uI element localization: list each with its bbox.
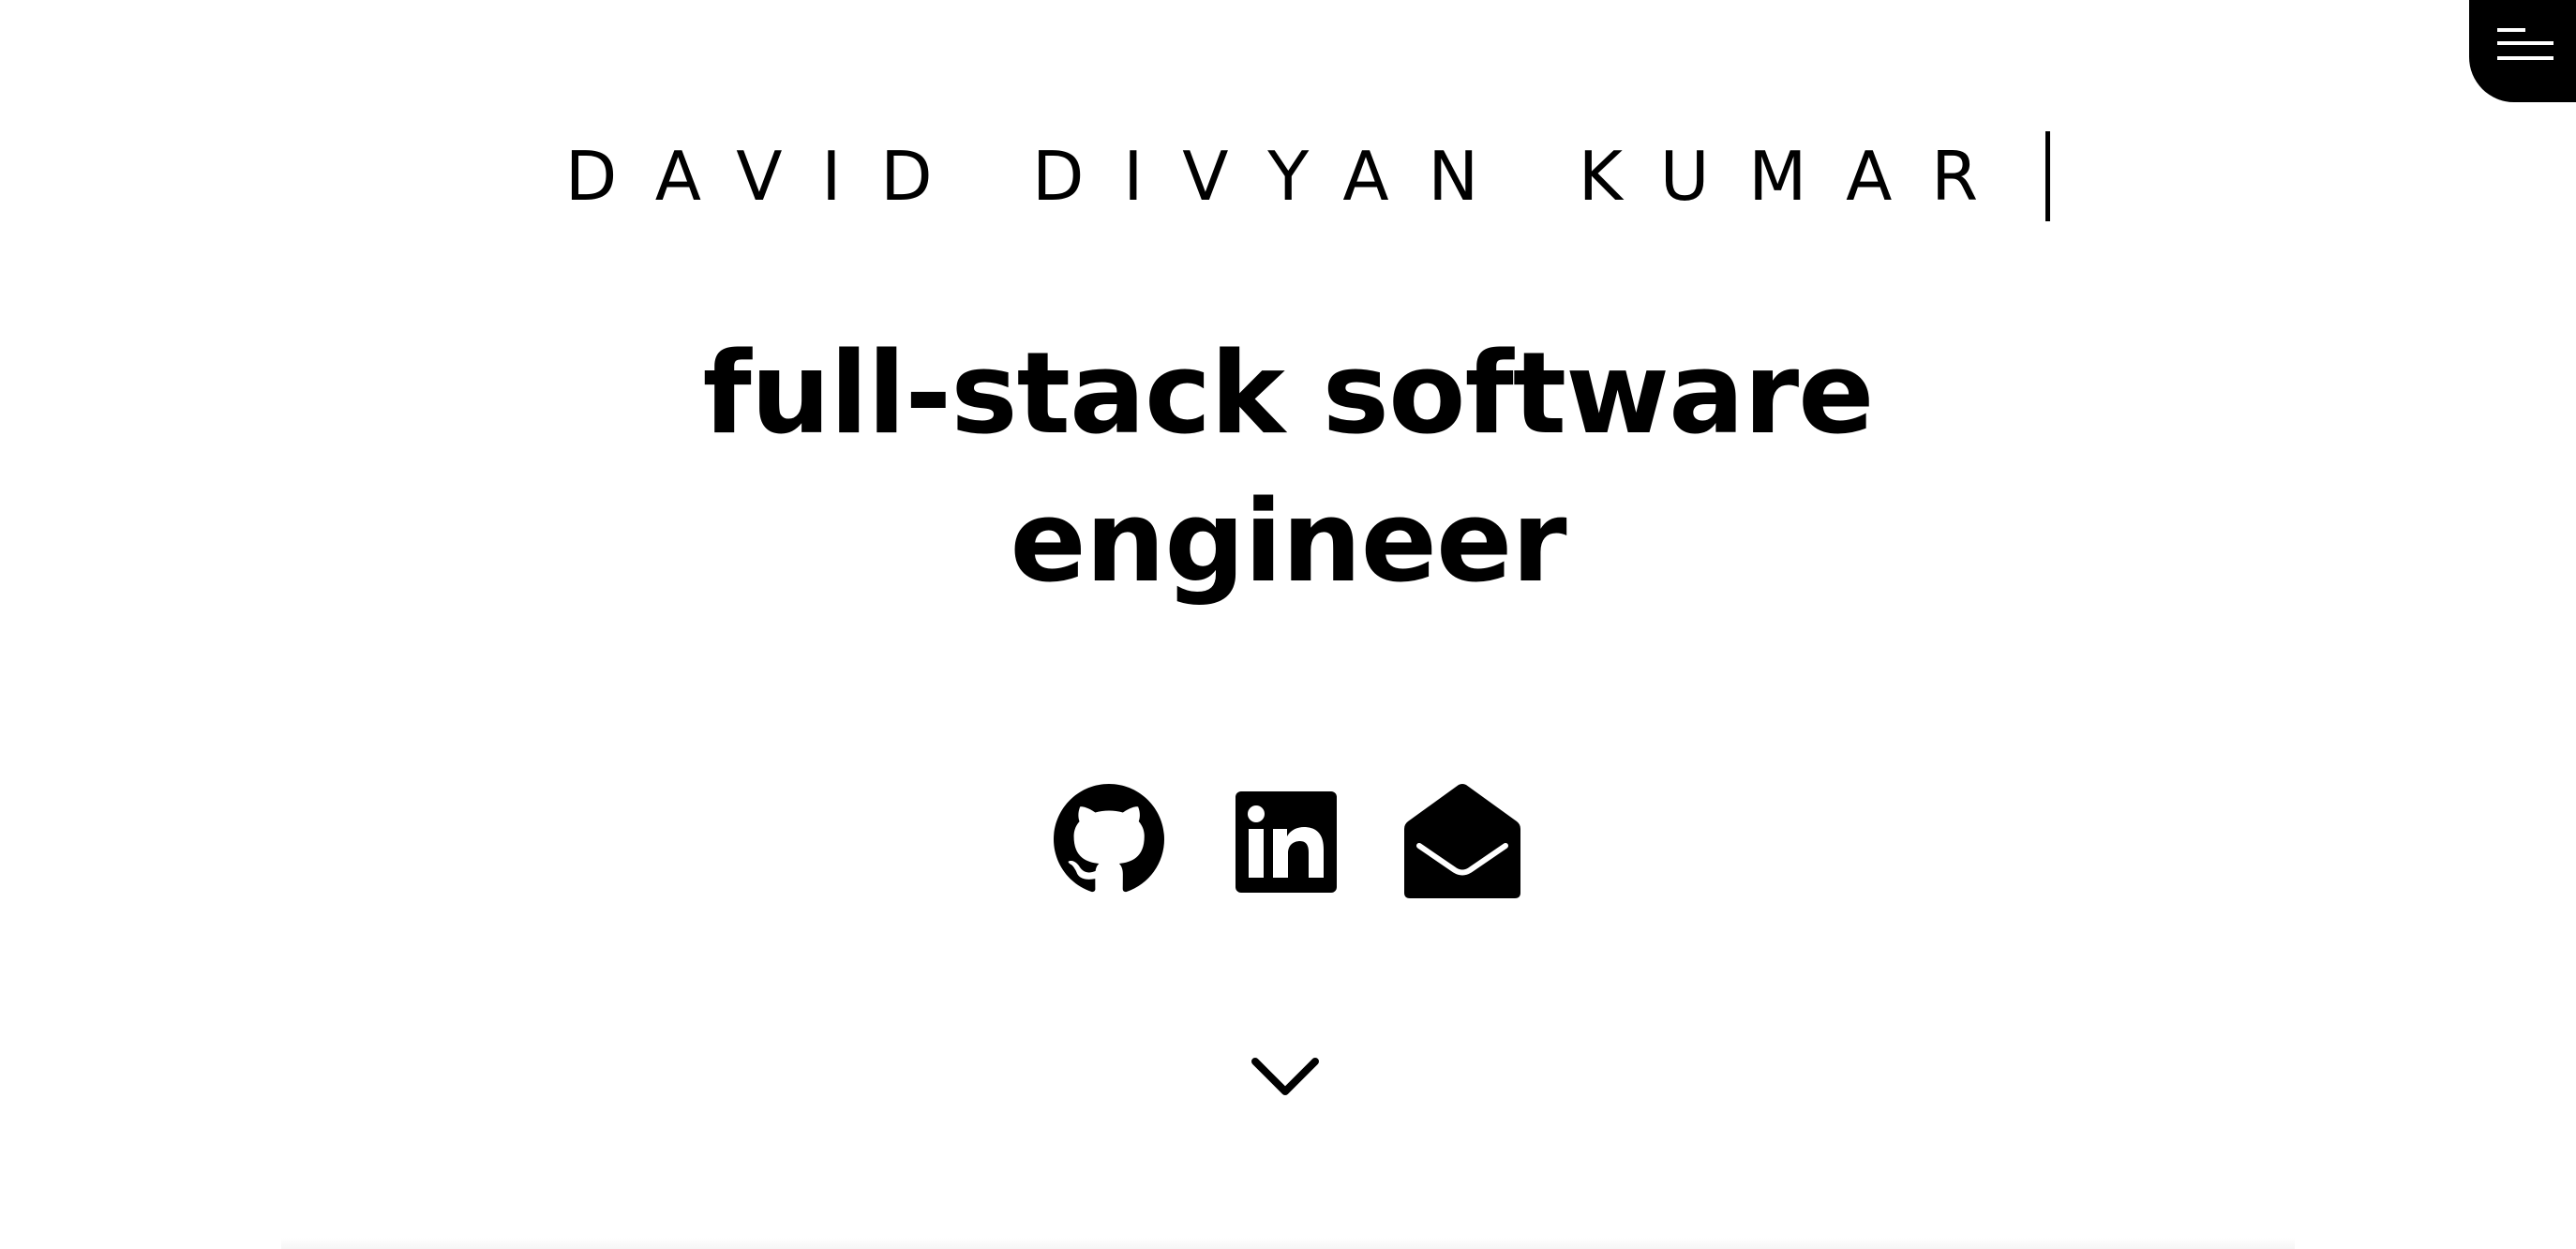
headline-line-1: full-stack software	[702, 329, 1874, 459]
social-links	[1054, 784, 1522, 906]
github-link[interactable]	[1054, 784, 1164, 895]
section-divider	[281, 1238, 2295, 1249]
github-icon	[1054, 784, 1164, 893]
headline: full-stack software engineer	[0, 321, 2576, 617]
menu-lines-icon	[2497, 28, 2554, 60]
menu-button[interactable]	[2469, 0, 2576, 102]
name-row: DAVID DIVYAN KUMAR	[0, 131, 2576, 221]
linkedin-icon	[1236, 791, 1337, 893]
scroll-down-button[interactable]	[1250, 1054, 1321, 1101]
linkedin-link[interactable]	[1236, 791, 1337, 893]
page: DAVID DIVYAN KUMAR full-stack software e…	[0, 0, 2576, 1249]
chevron-down-icon	[1251, 1058, 1319, 1095]
typing-cursor	[2044, 131, 2050, 221]
headline-line-2: engineer	[1010, 477, 1566, 608]
site-name: DAVID DIVYAN KUMAR	[564, 137, 2017, 216]
email-envelope-icon	[1404, 784, 1520, 898]
email-link[interactable]	[1404, 784, 1520, 900]
